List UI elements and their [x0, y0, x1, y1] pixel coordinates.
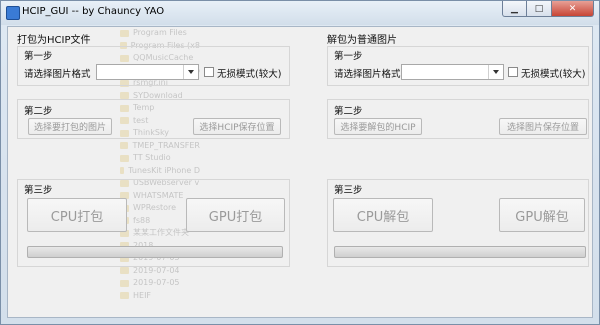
title-bar[interactable]: HCIP_GUI -- by Chauncy YAO ▁ □ ✕ [1, 1, 599, 25]
gpu-unpack-button[interactable]: GPU解包 [499, 198, 585, 232]
unpack-step3-label: 第三步 [334, 185, 363, 196]
pack-format-label: 请选择图片格式 [24, 69, 91, 80]
minimize-button[interactable]: ▁ [502, 1, 527, 17]
unpack-lossless-label: 无损模式(较大) [521, 69, 586, 80]
pack-step1-label: 第一步 [24, 51, 53, 62]
client-area: Program Files Program Files (x8 QQMusicCac… [7, 26, 593, 318]
pack-panel-title: 打包为HCIP文件 [17, 35, 91, 46]
unpack-progress-bar [334, 246, 586, 258]
maximize-button[interactable]: □ [527, 1, 552, 17]
close-icon: ✕ [568, 3, 577, 14]
unpack-panel: 解包为普通图片 第一步 请选择图片格式 无损模式(较大) 第二步 选择要解包的H… [318, 27, 594, 297]
cpu-pack-button[interactable]: CPU打包 [27, 198, 127, 232]
gpu-pack-button[interactable]: GPU打包 [186, 198, 285, 232]
close-button[interactable]: ✕ [552, 1, 594, 17]
window-title: HCIP_GUI -- by Chauncy YAO [22, 6, 165, 17]
pack-format-select[interactable] [96, 64, 199, 80]
unpack-format-label: 请选择图片格式 [334, 69, 401, 80]
unpack-format-select[interactable] [401, 64, 504, 80]
app-icon [6, 6, 20, 20]
pack-step3-label: 第三步 [24, 185, 53, 196]
cpu-unpack-button[interactable]: CPU解包 [333, 198, 433, 232]
pack-lossless-label: 无损模式(较大) [217, 69, 282, 80]
pack-progress-bar [27, 246, 283, 258]
unpack-lossless-checkbox[interactable] [508, 67, 518, 77]
maximize-icon: □ [534, 3, 544, 14]
select-image-save-button[interactable]: 选择图片保存位置 [499, 118, 587, 135]
unpack-step1-label: 第一步 [334, 51, 363, 62]
minimize-icon: ▁ [511, 3, 518, 14]
pack-panel: 打包为HCIP文件 第一步 请选择图片格式 无损模式(较大) 第二步 选择要打包… [8, 27, 298, 297]
unpack-step2-label: 第二步 [334, 106, 363, 117]
select-images-button[interactable]: 选择要打包的图片 [28, 118, 112, 135]
select-hcip-save-button[interactable]: 选择HCIP保存位置 [193, 118, 281, 135]
unpack-panel-title: 解包为普通图片 [327, 35, 397, 46]
select-hcip-button[interactable]: 选择要解包的HCIP [334, 118, 422, 135]
chevron-down-icon [183, 65, 198, 79]
pack-step2-label: 第二步 [24, 106, 53, 117]
chevron-down-icon [488, 65, 503, 79]
pack-lossless-checkbox[interactable] [204, 67, 214, 77]
app-window: HCIP_GUI -- by Chauncy YAO ▁ □ ✕ Program… [0, 0, 600, 325]
